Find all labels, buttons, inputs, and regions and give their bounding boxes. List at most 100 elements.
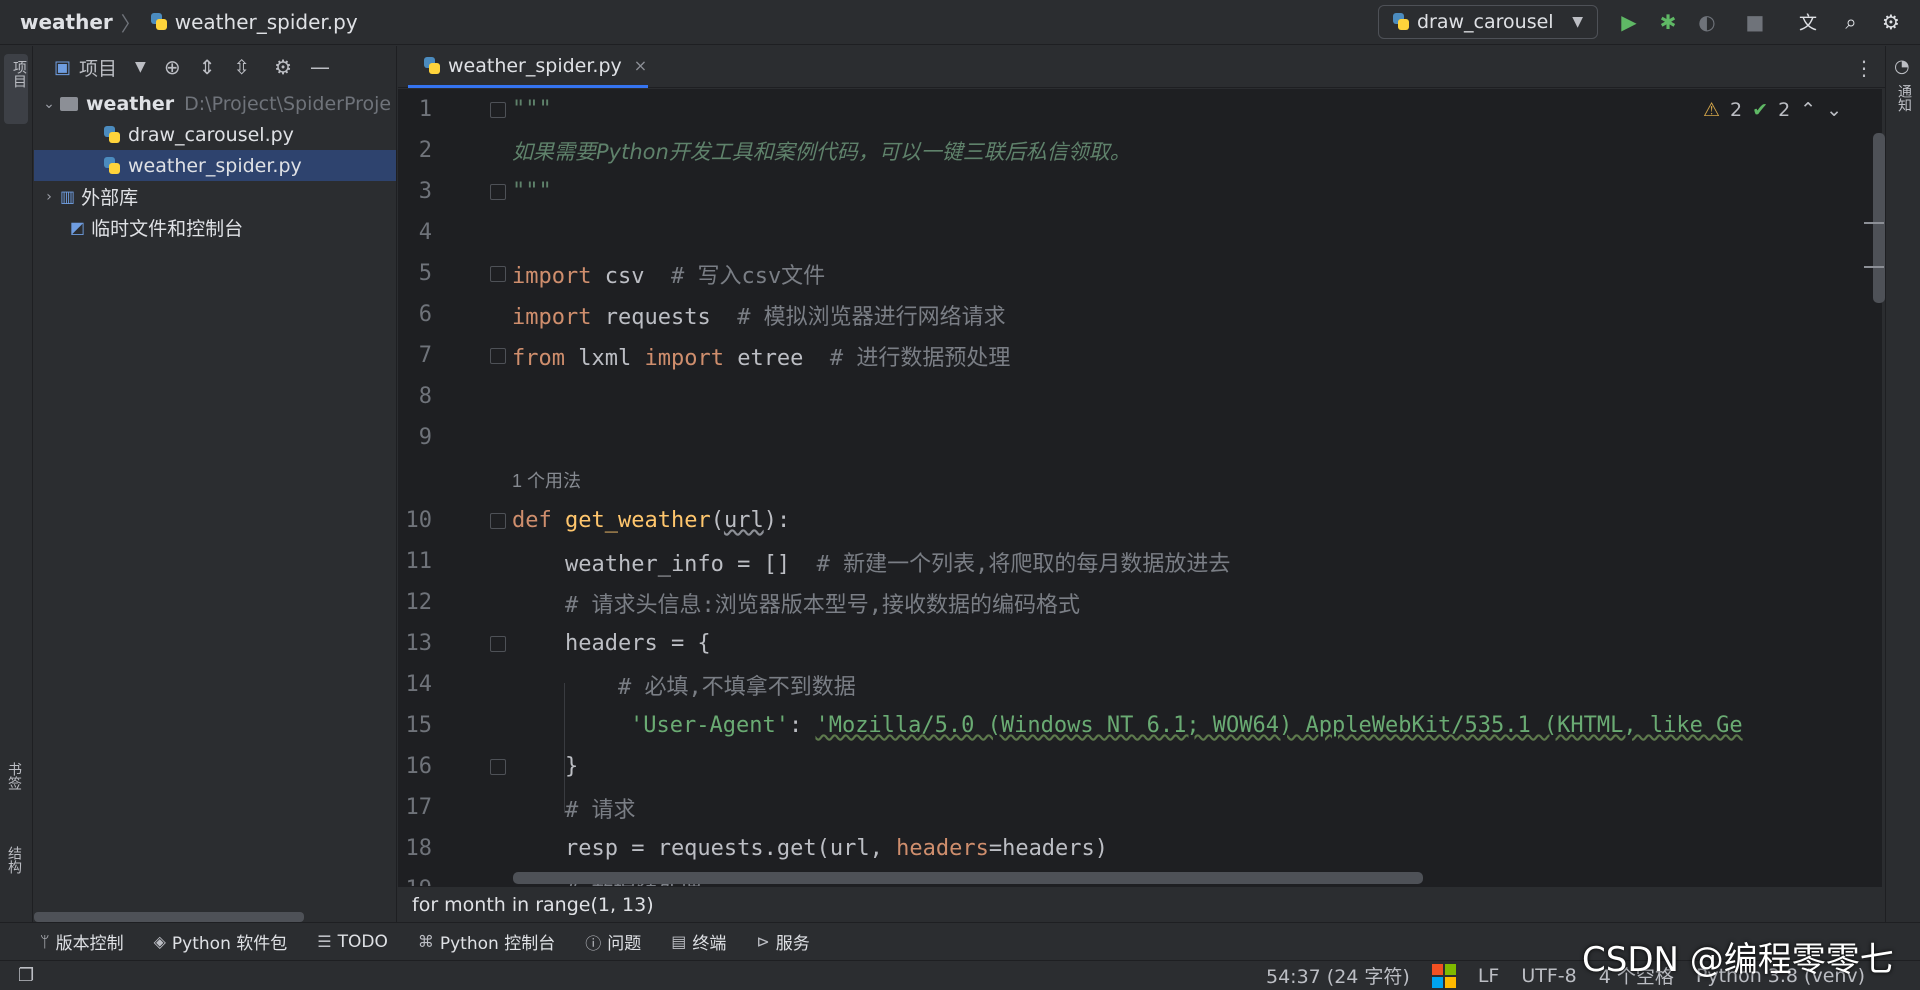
fold-marker[interactable] — [490, 101, 506, 118]
code-line-11: 11 weather_info = [] # 新建一个列表,将爬取的每月数据放进… — [398, 541, 1882, 582]
play-icon: ⊳ — [756, 932, 770, 951]
keyword: from — [512, 345, 565, 371]
tool-terminal[interactable]: ▤ 终端 — [671, 929, 726, 954]
tool-python-packages[interactable]: ◈ Python 软件包 — [154, 929, 288, 954]
fold-marker[interactable] — [490, 635, 506, 652]
more-options-icon[interactable]: ⋮ — [1854, 56, 1874, 80]
code-text: def get_weather(url): — [512, 508, 790, 533]
breadcrumb-file[interactable]: weather_spider.py — [175, 10, 358, 34]
structure-tab[interactable]: 结构 — [4, 846, 24, 874]
fold-marker[interactable] — [490, 347, 506, 364]
keyword: import — [512, 304, 592, 330]
string-value: 'Mozilla/5.0 (Windows NT 6.1; WOW64) App… — [815, 713, 1743, 738]
terminal-icon: ▤ — [671, 932, 687, 951]
search-icon[interactable]: ⌕ — [1838, 9, 1864, 35]
tree-item-scratches[interactable]: ◩ 临时文件和控制台 — [34, 212, 396, 243]
settings-gear-icon[interactable]: ⚙ — [1878, 9, 1904, 35]
code-line-7: 7 from lxml import etree # 进行数据预处理 — [398, 335, 1882, 376]
locate-file-icon[interactable]: ⊕ — [164, 55, 181, 79]
function-name: get_weather — [565, 508, 711, 533]
list-icon: ☰ — [317, 932, 332, 951]
tree-item-draw-carousel[interactable]: draw_carousel.py — [34, 119, 396, 150]
tool-python-console[interactable]: ⌘ Python 控制台 — [418, 929, 555, 954]
tool-services[interactable]: ⊳ 服务 — [756, 929, 809, 954]
expand-all-icon[interactable]: ⇕ — [199, 55, 216, 79]
caret-position[interactable]: 54:37 (24 字符) — [1266, 962, 1410, 989]
code-editor[interactable]: ⚠ 2 ✔ 2 ⌃ ⌄ 1 """ 2 如果需要Python开发工具和案例代码，… — [398, 89, 1882, 886]
fold-marker[interactable] — [490, 758, 506, 775]
tool-problems[interactable]: ⓘ 问题 — [585, 929, 642, 955]
keyword: def — [512, 508, 552, 533]
info-icon: ⓘ — [585, 933, 602, 953]
code-line-8: 8 — [398, 376, 1882, 417]
coverage-icon[interactable]: ◐ — [1694, 9, 1720, 35]
stop-icon[interactable]: ■ — [1742, 9, 1768, 35]
editor-vertical-scrollbar[interactable] — [1873, 133, 1885, 303]
close-icon[interactable]: × — [634, 56, 647, 75]
python-file-icon — [102, 125, 122, 145]
line-number: 1 — [418, 97, 432, 122]
tool-todo[interactable]: ☰ TODO — [317, 932, 388, 952]
project-tool-button[interactable]: 项目 — [4, 54, 28, 124]
line-number: 16 — [405, 754, 433, 779]
notifications-tab[interactable]: 通知 — [1894, 84, 1914, 112]
editor-horizontal-scrollbar[interactable] — [513, 872, 1423, 884]
run-configuration-dropdown[interactable]: draw_carousel ▼ — [1378, 5, 1598, 39]
folder-icon — [60, 96, 78, 111]
tree-item-external-libraries[interactable]: › ▥ 外部库 — [34, 181, 396, 212]
python-file-icon — [149, 12, 169, 32]
tree-item-weather[interactable]: ⌄ weather D:\Project\SpiderProje — [34, 88, 396, 119]
tree-item-weather-spider[interactable]: weather_spider.py — [34, 150, 396, 181]
debug-icon[interactable]: ✱ — [1655, 9, 1681, 35]
project-panel-title[interactable]: 项目 — [79, 54, 117, 81]
code-line-18: 18 resp = requests.get(url, headers=head… — [398, 828, 1882, 869]
keyword: import — [512, 263, 592, 289]
usage-hint[interactable]: 1 个用法 — [512, 467, 581, 493]
code-text: """ — [512, 97, 552, 122]
file-encoding[interactable]: UTF-8 — [1521, 965, 1576, 987]
line-number: 7 — [418, 343, 432, 368]
line-number: 19 — [398, 877, 433, 886]
scroll-marker — [1864, 266, 1884, 268]
keyword-argument: headers — [896, 836, 989, 861]
comment: # 必填,不填拿不到数据 — [512, 674, 856, 700]
tree-item-label: draw_carousel.py — [128, 123, 294, 146]
tool-label: 终端 — [692, 934, 727, 954]
comment: # 请求 — [512, 797, 636, 823]
chevron-down-icon: ▼ — [1572, 14, 1583, 30]
gear-icon[interactable]: ⚙ — [274, 55, 292, 79]
line-number: 5 — [418, 261, 432, 286]
module-name: lxml — [564, 345, 645, 371]
keyword: import — [644, 345, 724, 371]
fold-marker[interactable] — [490, 265, 506, 282]
toggle-tool-windows-icon[interactable]: ❐ — [18, 965, 34, 986]
comment: # 新建一个列表,将爬取的每月数据放进去 — [790, 551, 1231, 577]
chevron-down-icon[interactable]: ▼ — [135, 59, 146, 75]
editor-tab-bar: weather_spider.py × ⋮ — [398, 46, 1920, 88]
title-bar: weather 〉 weather_spider.py draw_carouse… — [0, 0, 1920, 45]
code-text: weather_info = [] # 新建一个列表,将爬取的每月数据放进去 — [512, 546, 1230, 578]
tool-label: 问题 — [607, 934, 642, 954]
library-icon: ▥ — [60, 187, 76, 206]
project-horizontal-scrollbar[interactable] — [34, 912, 304, 922]
minimize-icon[interactable]: — — [310, 55, 330, 79]
breadcrumb-project[interactable]: weather — [20, 10, 113, 34]
run-icon[interactable]: ▶ — [1616, 9, 1642, 35]
bookmarks-tab[interactable]: 书签 — [4, 762, 24, 790]
collapse-all-icon[interactable]: ⇳ — [233, 55, 250, 79]
translate-icon[interactable]: 文 — [1795, 9, 1821, 35]
line-separator[interactable]: LF — [1478, 965, 1500, 987]
line-number: 18 — [405, 836, 433, 861]
code-line-3: 3 """ — [398, 171, 1882, 212]
fold-marker[interactable] — [490, 183, 506, 200]
code-line-15: 15 'User-Agent': 'Mozilla/5.0 (Windows N… — [398, 705, 1882, 746]
chevron-right-icon[interactable]: › — [38, 189, 60, 205]
run-configuration-label: draw_carousel — [1417, 11, 1554, 33]
expand-arrow-icon[interactable]: ⌄ — [38, 96, 60, 112]
code-breadcrumb[interactable]: for month in range(1, 13) — [398, 886, 1882, 922]
code-line-10: 10 def get_weather(url): — [398, 500, 1882, 541]
tab-weather-spider[interactable]: weather_spider.py × — [408, 46, 648, 88]
fold-marker[interactable] — [490, 512, 506, 529]
notification-bell-icon[interactable]: ◔ — [1894, 56, 1910, 77]
tool-version-control[interactable]: ᛘ 版本控制 — [40, 929, 124, 954]
